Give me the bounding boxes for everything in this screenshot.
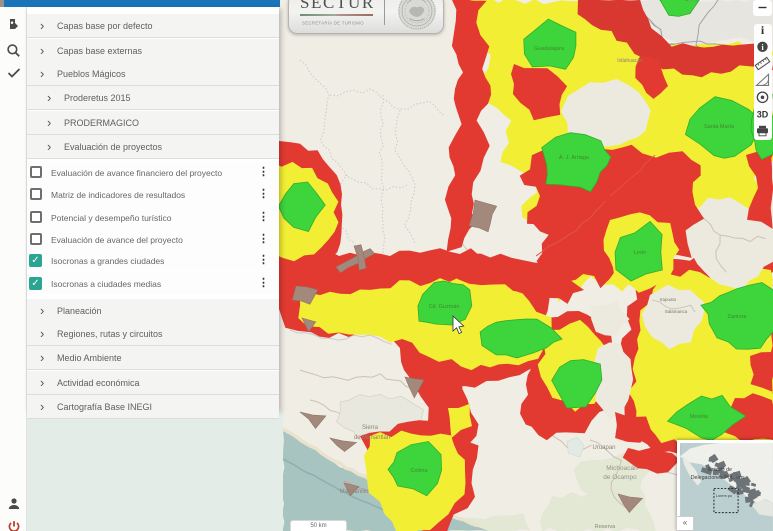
svg-text:de Manantlán: de Manantlán [354,435,390,441]
svg-text:Santa María: Santa María [704,124,735,130]
svg-text:Zamora: Zamora [728,314,748,320]
svg-text:León: León [634,250,646,256]
svg-text:Salamanca: Salamanca [665,309,688,314]
svg-text:Morelia: Morelia [690,414,709,420]
svg-text:Manzanillo: Manzanillo [340,489,369,495]
svg-text:Cd. Guzmán: Cd. Guzmán [429,304,460,310]
svg-text:Irapuato: Irapuato [660,297,677,302]
svg-text:A. J. Arriaga: A. J. Arriaga [559,155,590,161]
svg-text:Michoacán: Michoacán [606,465,638,472]
svg-text:Estado de: Estado de [708,467,732,473]
svg-text:Guadalajara: Guadalajara [534,46,565,52]
svg-text:Colima: Colima [410,468,428,474]
svg-text:Uruapan: Uruapan [592,445,615,451]
svg-text:SECRETARÍA DE TURISMO: SECRETARÍA DE TURISMO [302,21,364,26]
svg-text:Lorem po: Lorem po [716,494,732,498]
svg-text:Sierra: Sierra [362,425,379,431]
svg-text:Ixtlahuacán: Ixtlahuacán [617,58,643,64]
svg-text:Delegaciones Pol.. cos: Delegaciones Pol.. cos [691,475,745,481]
svg-text:de Ocampo: de Ocampo [603,474,637,481]
svg-text:Reserva: Reserva [595,524,616,530]
